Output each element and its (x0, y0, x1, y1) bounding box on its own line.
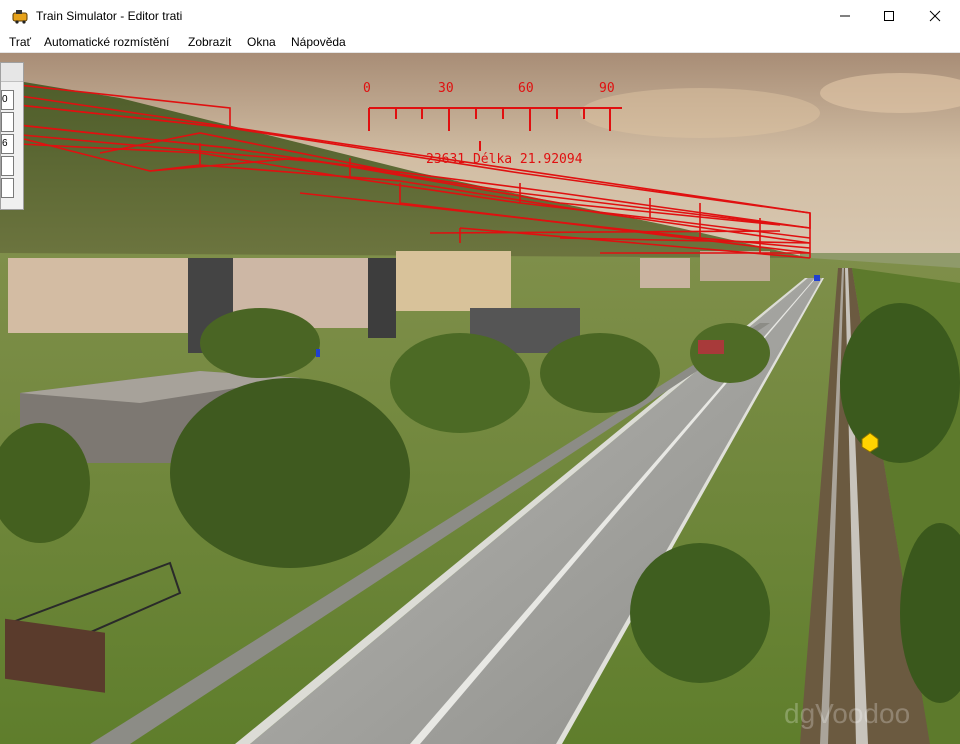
title-bar: Train Simulator - Editor trati (0, 0, 960, 32)
compass-label-30: 30 (438, 81, 454, 96)
compass-label-90: 90 (599, 81, 615, 96)
hud-status-text: 23631 Délka 21.92094 (426, 152, 583, 167)
compass-label-60: 60 (518, 81, 534, 96)
maximize-icon (884, 11, 894, 21)
panel-field-blank-3[interactable] (1, 178, 14, 198)
dgvoodoo-watermark: dgVoodoo (784, 698, 911, 729)
close-button[interactable] (912, 0, 958, 32)
menu-zobrazit[interactable]: Zobrazit (188, 35, 231, 49)
menu-napoveda[interactable]: Nápověda (291, 35, 346, 49)
panel-field-2[interactable]: 6 (1, 134, 14, 154)
window-title: Train Simulator - Editor trati (36, 9, 183, 23)
panel-field-blank-1[interactable] (1, 112, 14, 132)
compass-label-0: 0 (363, 81, 371, 96)
train-icon (12, 10, 28, 24)
menu-bar: Trať Automatické rozmístění Zobrazit Okn… (0, 32, 960, 53)
panel-header (1, 63, 23, 82)
scene-viewport[interactable]: 0 30 60 90 23631 Délka 21.92094 dgVoodoo (0, 53, 960, 744)
menu-trat[interactable]: Trať (9, 35, 31, 49)
minimize-icon (840, 15, 850, 17)
minimize-button[interactable] (822, 0, 868, 32)
maximize-button[interactable] (866, 0, 912, 32)
close-icon (929, 10, 941, 22)
tool-panel: 0 6 (0, 62, 24, 210)
menu-automaticke-rozmisteni[interactable]: Automatické rozmístění (44, 35, 169, 49)
panel-field-1[interactable]: 0 (1, 90, 14, 110)
menu-okna[interactable]: Okna (247, 35, 276, 49)
panel-field-blank-2[interactable] (1, 156, 14, 176)
